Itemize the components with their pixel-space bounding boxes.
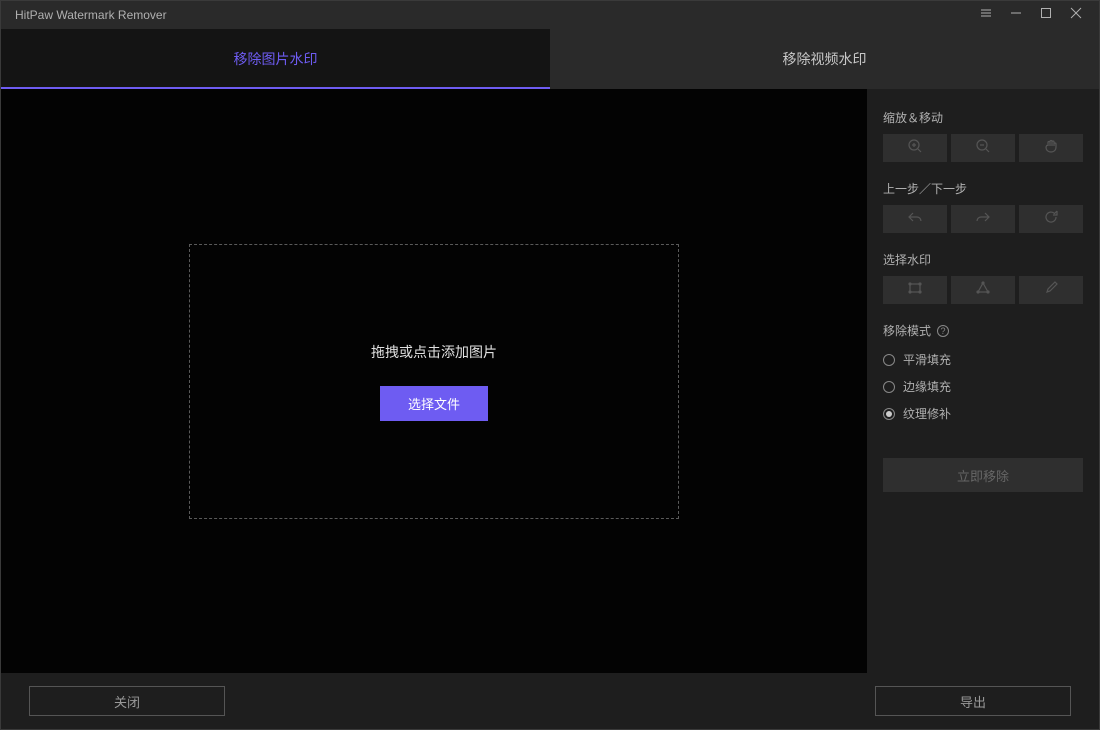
- content-area: 拖拽或点击添加图片 选择文件 缩放＆移动: [1, 89, 1099, 673]
- zoom-out-icon: [975, 138, 991, 159]
- tab-label: 移除图片水印: [234, 49, 318, 69]
- main-tabs: 移除图片水印 移除视频水印: [1, 29, 1099, 89]
- radio-icon: [883, 354, 895, 366]
- tab-video-watermark[interactable]: 移除视频水印: [550, 29, 1099, 89]
- minimize-button[interactable]: [1001, 1, 1031, 29]
- redo-icon: [975, 209, 991, 230]
- radio-label: 边缘填充: [903, 378, 951, 395]
- menu-button[interactable]: [971, 1, 1001, 29]
- triangle-icon: [975, 280, 991, 301]
- select-section: 选择水印: [883, 251, 1083, 304]
- maximize-button[interactable]: [1031, 1, 1061, 29]
- app-title: HitPaw Watermark Remover: [9, 8, 167, 22]
- window-controls: [971, 1, 1091, 29]
- canvas-area: 拖拽或点击添加图片 选择文件: [1, 89, 867, 673]
- zoom-section: 缩放＆移动: [883, 109, 1083, 162]
- redo-button[interactable]: [951, 205, 1015, 233]
- close-icon: [1070, 6, 1082, 24]
- reset-button[interactable]: [1019, 205, 1083, 233]
- undo-icon: [907, 209, 923, 230]
- dropzone[interactable]: 拖拽或点击添加图片 选择文件: [189, 244, 679, 519]
- hand-icon: [1043, 138, 1059, 159]
- select-title: 选择水印: [883, 251, 1083, 268]
- app-window: HitPaw Watermark Remover: [0, 0, 1100, 730]
- minimize-icon: [1010, 6, 1022, 24]
- mode-edge-radio[interactable]: 边缘填充: [883, 378, 1083, 395]
- close-button[interactable]: [1061, 1, 1091, 29]
- brush-select-button[interactable]: [1019, 276, 1083, 304]
- undo-button[interactable]: [883, 205, 947, 233]
- radio-label: 纹理修补: [903, 405, 951, 422]
- radio-icon: [883, 408, 895, 420]
- pan-button[interactable]: [1019, 134, 1083, 162]
- close-app-button[interactable]: 关闭: [29, 686, 225, 716]
- zoom-title: 缩放＆移动: [883, 109, 1083, 126]
- radio-label: 平滑填充: [903, 351, 951, 368]
- mode-section: 移除模式 ? 平滑填充 边缘填充 纹理修补: [883, 322, 1083, 422]
- rectangle-icon: [907, 280, 923, 301]
- sidebar: 缩放＆移动 上一步／下一步: [867, 89, 1099, 673]
- undo-section: 上一步／下一步: [883, 180, 1083, 233]
- mode-title-text: 移除模式: [883, 322, 931, 339]
- zoom-in-button[interactable]: [883, 134, 947, 162]
- maximize-icon: [1040, 6, 1052, 24]
- remove-now-button[interactable]: 立即移除: [883, 458, 1083, 492]
- undo-title: 上一步／下一步: [883, 180, 1083, 197]
- zoom-in-icon: [907, 138, 923, 159]
- menu-icon: [980, 6, 992, 24]
- dropzone-hint: 拖拽或点击添加图片: [371, 342, 497, 362]
- select-file-button[interactable]: 选择文件: [380, 386, 488, 421]
- zoom-out-button[interactable]: [951, 134, 1015, 162]
- export-button[interactable]: 导出: [875, 686, 1071, 716]
- polygon-select-button[interactable]: [951, 276, 1015, 304]
- tab-image-watermark[interactable]: 移除图片水印: [1, 29, 550, 89]
- mode-texture-radio[interactable]: 纹理修补: [883, 405, 1083, 422]
- rectangle-select-button[interactable]: [883, 276, 947, 304]
- mode-title: 移除模式 ?: [883, 322, 1083, 339]
- radio-icon: [883, 381, 895, 393]
- help-icon[interactable]: ?: [937, 325, 949, 337]
- refresh-icon: [1043, 209, 1059, 230]
- footer: 关闭 导出: [1, 673, 1099, 729]
- mode-radio-group: 平滑填充 边缘填充 纹理修补: [883, 351, 1083, 422]
- tab-label: 移除视频水印: [783, 49, 867, 69]
- mode-smooth-radio[interactable]: 平滑填充: [883, 351, 1083, 368]
- remove-now-label: 立即移除: [957, 466, 1009, 485]
- titlebar: HitPaw Watermark Remover: [1, 1, 1099, 29]
- brush-icon: [1043, 280, 1059, 301]
